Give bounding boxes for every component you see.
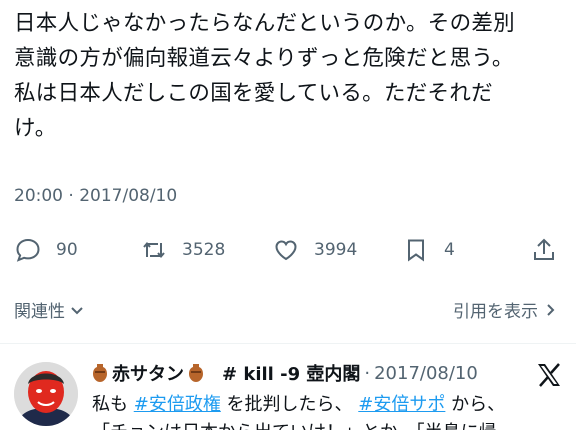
retweet-count: 3528 bbox=[182, 240, 226, 260]
reply-text-segment: から、 bbox=[445, 394, 506, 415]
reply-handle[interactable]: # kill -9 壺内閣 bbox=[222, 360, 360, 386]
urn-emoji-icon bbox=[189, 364, 203, 382]
reply-header: 赤サタン # kill -9 壺内閣 · 2017/08/10 bbox=[92, 360, 478, 386]
view-quotes-link[interactable]: 引用を表示 bbox=[453, 297, 558, 322]
tweet-text-line: 日本人じゃなかったらなんだというのか。その差別 bbox=[14, 11, 515, 36]
hashtag-link[interactable]: #安倍政権 bbox=[134, 394, 221, 415]
reply-text-segment: を批判したら、 bbox=[220, 394, 359, 415]
reply-sort-bar: 関連性 引用を表示 bbox=[0, 292, 576, 326]
like-count: 3994 bbox=[314, 240, 358, 260]
tweet-text-line: 私は日本人だしこの国を愛している。ただそれだ bbox=[14, 81, 493, 106]
hashtag-link[interactable]: #安倍サポ bbox=[358, 394, 445, 415]
retweet-button[interactable]: 3528 bbox=[140, 230, 225, 270]
avatar[interactable] bbox=[14, 362, 78, 426]
retweet-icon bbox=[143, 241, 165, 259]
reply-button[interactable]: 90 bbox=[14, 230, 78, 270]
reply-tweet[interactable]: 赤サタン # kill -9 壺内閣 · 2017/08/10 私も #安倍政権… bbox=[0, 352, 576, 430]
x-logo-icon bbox=[538, 363, 560, 387]
avatar-image bbox=[14, 362, 78, 426]
sort-relevance-dropdown[interactable]: 関連性 bbox=[14, 297, 85, 322]
bookmark-count: 4 bbox=[444, 240, 455, 260]
reply-date[interactable]: 2017/08/10 bbox=[374, 363, 478, 384]
tweet-timestamp[interactable]: 20:00 · 2017/08/10 bbox=[14, 186, 177, 206]
divider bbox=[0, 343, 576, 344]
heart-icon bbox=[275, 240, 297, 261]
like-button[interactable]: 3994 bbox=[272, 230, 357, 270]
reply-text-line: 私も #安倍政権 を批判したら、 #安倍サポ から、 bbox=[92, 390, 505, 416]
speech-bubble-icon bbox=[16, 238, 40, 262]
reply-text-line: 「チョンは日本から出ていけ！」とか、「半島に帰 bbox=[92, 418, 497, 430]
tweet-text-line: 意識の方が偏向報道云々よりずっと危険だと思う。 bbox=[14, 46, 514, 71]
reply-text-segment: 私も bbox=[92, 394, 134, 415]
bookmark-icon bbox=[408, 239, 424, 262]
sort-relevance-label: 関連性 bbox=[14, 302, 65, 322]
reply-display-name[interactable]: 赤サタン bbox=[112, 360, 184, 386]
urn-emoji-icon bbox=[93, 364, 107, 382]
action-bar: 90 3528 3994 4 bbox=[0, 230, 576, 270]
share-button[interactable] bbox=[530, 230, 558, 270]
chevron-down-icon bbox=[71, 306, 83, 314]
view-quotes-label: 引用を表示 bbox=[453, 302, 538, 322]
separator-dot: · bbox=[364, 362, 371, 384]
reply-count: 90 bbox=[56, 240, 78, 260]
bookmark-button[interactable]: 4 bbox=[402, 230, 455, 270]
chevron-right-icon bbox=[547, 303, 555, 316]
share-icon bbox=[534, 238, 554, 260]
tweet-text: 日本人じゃなかったらなんだというのか。その差別 意識の方が偏向報道云々よりずっと危… bbox=[14, 6, 566, 146]
tweet-text-line: け。 bbox=[14, 116, 57, 141]
